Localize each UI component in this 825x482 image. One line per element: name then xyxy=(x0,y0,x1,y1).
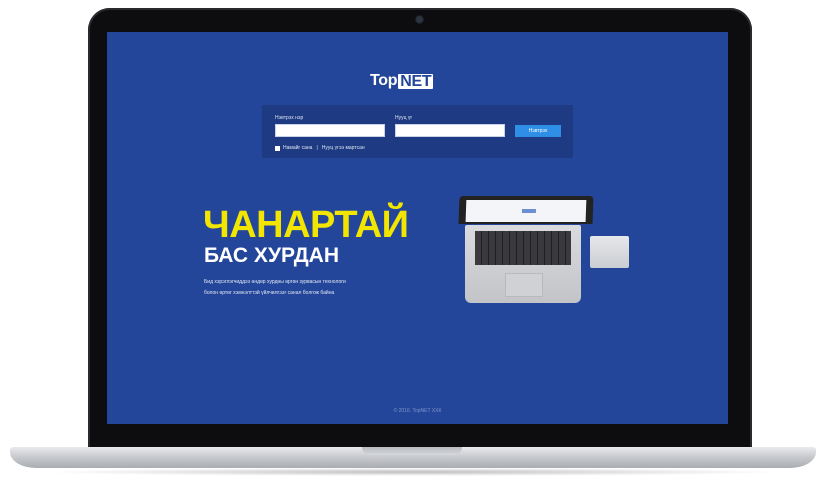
login-button[interactable]: Нэвтрэх xyxy=(515,125,561,137)
illustration-keyboard-deck xyxy=(465,225,581,303)
logo-boxed-text: NET xyxy=(398,72,434,90)
topnet-logo[interactable]: Top NET xyxy=(370,72,434,90)
separator: | xyxy=(316,145,318,151)
laptop-screen: Top NET Нэвтрэх нэр Нууц үг Нэвтрэх Нама… xyxy=(107,32,728,424)
username-input[interactable] xyxy=(275,124,385,137)
password-input[interactable] xyxy=(395,124,505,137)
forgot-password-link[interactable]: Нууц үгээ мартсан xyxy=(322,145,365,151)
password-label: Нууц үг xyxy=(395,115,413,121)
illustration-screen xyxy=(465,200,587,222)
laptop-notch xyxy=(362,447,462,455)
illustration-keyboard xyxy=(475,231,571,265)
illustration-touchpad xyxy=(505,273,543,297)
laptop-shadow xyxy=(40,468,786,476)
logo-text: Top xyxy=(370,72,398,89)
laptop-illustration xyxy=(458,196,629,308)
hero-description-line2: болон өртөг хэмнэлттэй үйлчилгээг санал … xyxy=(204,290,335,296)
remember-checkbox[interactable] xyxy=(275,145,280,151)
hero-description-line1: Бид хэрэглэгчиддээ өндөр хурдны өргөн зу… xyxy=(204,279,346,285)
illustration-external-trackpad xyxy=(590,236,629,268)
illustration-logo xyxy=(521,209,537,213)
webcam-icon xyxy=(416,16,423,23)
username-label: Нэвтрэх нэр xyxy=(275,115,304,121)
remember-label[interactable]: Намайг сана xyxy=(283,145,312,151)
remember-row: Намайг сана | Нууц үгээ мартсан xyxy=(275,145,365,151)
illustration-lid xyxy=(458,196,594,224)
footer-copyright: © 2016. TopNET ХХК xyxy=(393,408,442,414)
login-form: Нэвтрэх нэр Нууц үг Нэвтрэх Намайг сана … xyxy=(262,105,573,158)
headline-fast: БАС ХУРДАН xyxy=(204,244,339,267)
headline-quality: ЧАНАРТАЙ xyxy=(203,204,409,246)
